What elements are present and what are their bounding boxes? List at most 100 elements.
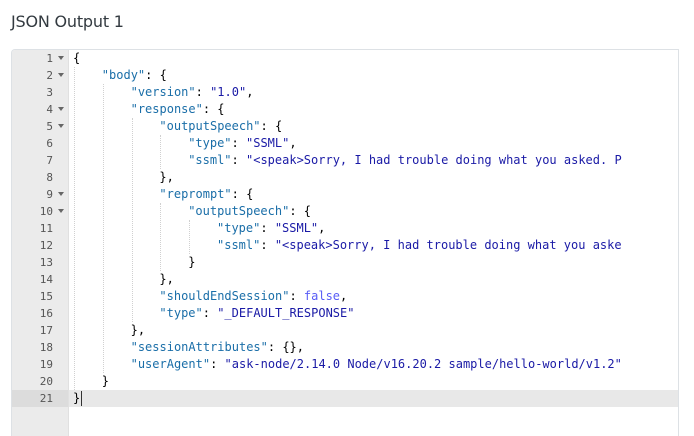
json-string: "1.0": [210, 85, 247, 99]
line-number: 3: [46, 86, 53, 99]
json-string: "_DEFAULT_RESPONSE": [217, 306, 355, 320]
indent-guide: [74, 67, 75, 390]
json-string: "<speak>Sorry, I had trouble doing what …: [246, 153, 622, 167]
json-key: "type": [159, 306, 203, 320]
json-string: "SSML": [274, 221, 319, 235]
json-key: "response": [130, 102, 203, 116]
line-number: 10: [39, 205, 53, 218]
json-key: "shouldEndSession": [159, 289, 290, 303]
json-punctuation: },: [159, 170, 174, 184]
line-number: 1: [46, 52, 53, 65]
json-key: "reprompt": [159, 187, 232, 201]
json-punctuation: : {: [289, 204, 312, 218]
line-number: 2: [46, 69, 53, 82]
json-punctuation: :: [195, 85, 211, 99]
json-punctuation: :: [202, 306, 218, 320]
line-number: 16: [39, 307, 53, 320]
json-punctuation: :: [231, 153, 246, 167]
gutter-line: 15: [12, 288, 68, 305]
json-punctuation: ,: [246, 85, 254, 99]
line-number: 8: [46, 171, 53, 184]
json-punctuation: : {: [260, 119, 283, 133]
json-key: "ssml": [188, 153, 232, 167]
json-key: "outputSpeech": [159, 119, 261, 133]
json-punctuation: :: [231, 136, 246, 150]
gutter-line: 8: [12, 169, 68, 186]
indent-guide: [160, 135, 162, 169]
line-number: 21: [39, 392, 53, 405]
line-number: 18: [39, 341, 53, 354]
code-line: "response": {: [69, 101, 678, 118]
code-line: },: [69, 322, 678, 339]
json-punctuation: }: [73, 391, 81, 405]
json-punctuation: ,: [289, 136, 297, 150]
panel-title: JSON Output 1: [11, 12, 124, 31]
json-punctuation: }: [101, 374, 110, 388]
json-punctuation: :: [260, 238, 275, 252]
line-number: 11: [39, 222, 53, 235]
gutter-line: 17: [12, 322, 68, 339]
gutter-line: 13: [12, 254, 68, 271]
gutter-line: 20: [12, 373, 68, 390]
json-key: "sessionAttributes": [130, 340, 268, 354]
gutter-line: 10: [12, 203, 68, 220]
code-line: "reprompt": {: [69, 186, 678, 203]
fold-arrow-icon[interactable]: [58, 107, 64, 111]
code-area[interactable]: {"body": {"version": "1.0", "response": {…: [69, 50, 678, 436]
line-number: 13: [39, 256, 53, 269]
gutter-line: 6: [12, 135, 68, 152]
gutter-line: 5: [12, 118, 68, 135]
json-key: "userAgent": [130, 357, 211, 371]
line-number: 14: [39, 273, 53, 286]
code-line: },: [69, 169, 678, 186]
json-punctuation: :: [260, 221, 275, 235]
json-key: "body": [101, 68, 146, 82]
gutter-line: 4: [12, 101, 68, 118]
code-line: "outputSpeech": {: [69, 118, 678, 135]
json-punctuation: ,: [340, 289, 348, 303]
json-string: "ask-node/2.14.0 Node/v16.20.2 sample/he…: [224, 357, 622, 371]
json-punctuation: : {: [231, 187, 254, 201]
line-number: 12: [39, 239, 53, 252]
json-editor[interactable]: 1 2 3 4 5 6 7 8 9 10 11 12 13 14 15 16 17 18 19 20 21 {"body…: [11, 49, 679, 436]
json-boolean: false: [303, 289, 341, 303]
fold-arrow-icon[interactable]: [58, 124, 64, 128]
line-number: 20: [39, 375, 53, 388]
json-punctuation: }: [188, 255, 196, 269]
fold-arrow-icon[interactable]: [58, 56, 64, 60]
json-punctuation: ,: [318, 221, 326, 235]
fold-arrow-icon[interactable]: [58, 209, 64, 213]
code-line: },: [69, 271, 678, 288]
gutter-line: 3: [12, 84, 68, 101]
gutter-line: 1: [12, 50, 68, 67]
gutter-line: 9: [12, 186, 68, 203]
json-key: "version": [130, 85, 196, 99]
json-punctuation: : {},: [267, 340, 304, 354]
json-string: "SSML": [246, 136, 290, 150]
json-punctuation: {: [73, 51, 81, 65]
code-line: {: [69, 50, 678, 67]
line-number: 4: [46, 103, 53, 116]
code-line: "shouldEndSession": false,: [69, 288, 678, 305]
gutter-line: 14: [12, 271, 68, 288]
code-line: "type": "_DEFAULT_RESPONSE": [69, 305, 678, 322]
fold-arrow-icon[interactable]: [58, 192, 64, 196]
gutter-line: 16: [12, 305, 68, 322]
json-key: "ssml": [217, 238, 261, 252]
line-number: 17: [39, 324, 53, 337]
line-number: 19: [39, 358, 53, 371]
gutter-line: 21: [12, 390, 68, 407]
gutter-line: 18: [12, 339, 68, 356]
line-number: 6: [46, 137, 53, 150]
gutter-line: 11: [12, 220, 68, 237]
fold-arrow-icon[interactable]: [58, 73, 64, 77]
code-line: "sessionAttributes": {},: [69, 339, 678, 356]
json-punctuation: :: [289, 289, 304, 303]
indent-guide: [131, 118, 133, 322]
gutter-line: 12: [12, 237, 68, 254]
code-line: }: [69, 390, 678, 407]
json-punctuation: :: [210, 357, 225, 371]
code-line: "body": {: [69, 67, 678, 84]
indent-guide: [189, 220, 191, 254]
code-line: "version": "1.0",: [69, 84, 678, 101]
